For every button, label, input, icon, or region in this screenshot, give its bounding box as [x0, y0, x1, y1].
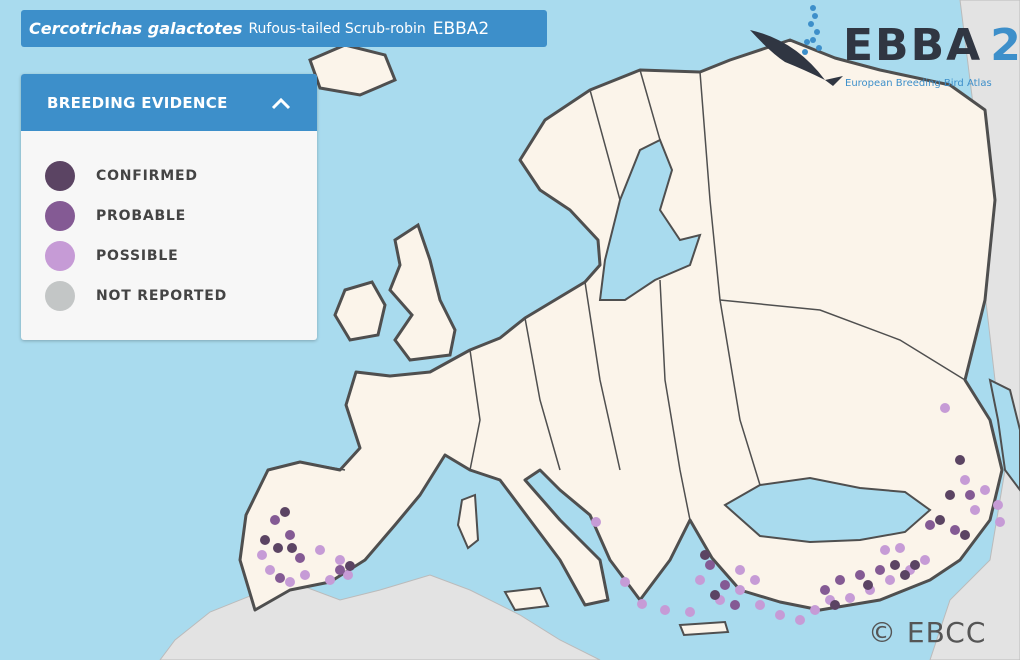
legend-swatch-possible — [45, 241, 75, 271]
legend-swatch-confirmed — [45, 161, 75, 191]
breeding-evidence-legend: BREEDING EVIDENCE CONFIRMED PROBABLE POS… — [21, 74, 317, 340]
legend-swatch-not-reported — [45, 281, 75, 311]
logo-word-text: EBBA — [843, 20, 983, 71]
legend-label: NOT REPORTED — [96, 288, 228, 304]
legend-item-not-reported: NOT REPORTED — [45, 281, 227, 311]
bird-logo-icon — [750, 5, 843, 86]
legend-title: BREEDING EVIDENCE — [47, 93, 228, 112]
logo-word: EBBA 2 — [843, 20, 1020, 71]
legend-label: POSSIBLE — [96, 248, 179, 264]
chevron-up-icon[interactable] — [271, 96, 291, 110]
legend-header[interactable]: BREEDING EVIDENCE — [21, 74, 317, 131]
ebba2-logo: EBBA 2 European Breeding Bird Atlas — [745, 0, 1020, 95]
species-title-bar: Cercotrichas galactotes Rufous-tailed Sc… — [21, 10, 547, 47]
legend-item-confirmed: CONFIRMED — [45, 161, 198, 191]
crete — [678, 620, 730, 637]
legend-label: PROBABLE — [96, 208, 187, 224]
copyright-text: © EBCC — [868, 616, 987, 649]
legend-item-probable: PROBABLE — [45, 201, 186, 231]
logo-number: 2 — [990, 20, 1020, 71]
atlas-name: EBBA2 — [432, 18, 490, 39]
common-name: Rufous-tailed Scrub-robin — [248, 20, 426, 37]
legend-label: CONFIRMED — [96, 168, 198, 184]
legend-swatch-probable — [45, 201, 75, 231]
legend-item-possible: POSSIBLE — [45, 241, 178, 271]
logo-tagline: European Breeding Bird Atlas — [845, 78, 992, 89]
scientific-name: Cercotrichas galactotes — [29, 19, 243, 38]
